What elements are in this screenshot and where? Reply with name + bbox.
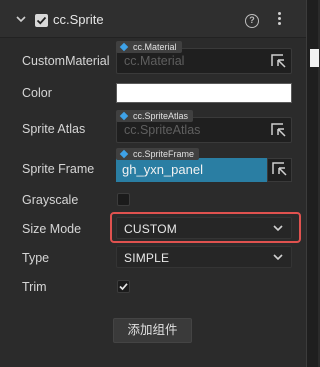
locate-asset-icon[interactable] bbox=[269, 121, 289, 141]
type-select[interactable]: SIMPLE bbox=[116, 246, 292, 268]
custom-material-type-text: cc.Material bbox=[133, 42, 177, 52]
grayscale-checkbox[interactable] bbox=[117, 193, 130, 206]
color-label: Color bbox=[22, 86, 52, 100]
sprite-atlas-value: cc.SpriteAtlas bbox=[124, 123, 201, 137]
asset-diamond-icon bbox=[119, 111, 129, 121]
trim-checkbox[interactable] bbox=[117, 280, 130, 293]
custom-material-label: CustomMaterial bbox=[22, 54, 110, 68]
add-component-button[interactable]: 添加组件 bbox=[113, 318, 192, 343]
chevron-down-icon[interactable] bbox=[14, 12, 28, 26]
sprite-frame-locate-button[interactable] bbox=[267, 158, 292, 182]
asset-diamond-icon bbox=[119, 149, 129, 159]
help-icon[interactable]: ? bbox=[245, 14, 259, 28]
type-value: SIMPLE bbox=[124, 251, 170, 265]
asset-diamond-icon bbox=[119, 42, 129, 52]
more-vertical-icon[interactable] bbox=[276, 12, 282, 28]
sprite-atlas-type-tag: cc.SpriteAtlas bbox=[116, 110, 194, 122]
sprite-atlas-type-text: cc.SpriteAtlas bbox=[133, 111, 189, 121]
locate-asset-icon[interactable] bbox=[269, 52, 289, 72]
scene-view-edge bbox=[306, 0, 319, 367]
sprite-frame-label: Sprite Frame bbox=[22, 162, 95, 176]
grayscale-label: Grayscale bbox=[22, 193, 79, 207]
component-title: cc.Sprite bbox=[53, 12, 104, 27]
sprite-frame-type-tag: cc.SpriteFrame bbox=[116, 148, 200, 160]
locate-asset-icon bbox=[272, 162, 287, 176]
sprite-frame-field[interactable]: gh_yxn_panel bbox=[116, 158, 267, 182]
trim-label: Trim bbox=[22, 280, 47, 294]
chevron-down-icon bbox=[273, 254, 283, 261]
inspector-panel: cc.Sprite ? CustomMaterial cc.Material c… bbox=[0, 0, 306, 367]
custom-material-value: cc.Material bbox=[124, 54, 185, 68]
color-swatch[interactable] bbox=[116, 83, 292, 103]
component-header[interactable]: cc.Sprite ? bbox=[0, 0, 306, 38]
checkmark-icon bbox=[119, 283, 128, 291]
checkmark-icon bbox=[36, 16, 47, 25]
sprite-atlas-label: Sprite Atlas bbox=[22, 122, 86, 136]
custom-material-type-tag: cc.Material bbox=[116, 41, 182, 53]
size-mode-label: Size Mode bbox=[22, 222, 82, 236]
sprite-frame-value: gh_yxn_panel bbox=[122, 162, 203, 177]
sprite-frame-type-text: cc.SpriteFrame bbox=[133, 149, 195, 159]
type-label: Type bbox=[22, 251, 50, 265]
scene-view-fragment bbox=[310, 49, 319, 67]
component-enabled-checkbox[interactable] bbox=[35, 14, 48, 27]
size-mode-highlight bbox=[110, 212, 301, 243]
